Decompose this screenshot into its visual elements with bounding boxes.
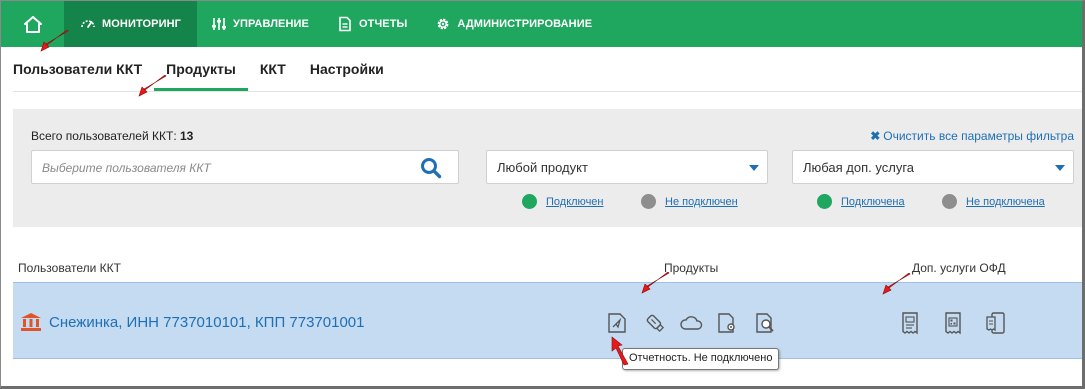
mobile-receipt-icon[interactable] (984, 311, 1008, 335)
tab-kkt-users[interactable]: Пользователи ККТ (13, 47, 154, 91)
gear-icon (435, 16, 451, 32)
service-not-connected-link[interactable]: Не подключена (966, 196, 1045, 208)
subtabs: Пользователи ККТ Продукты ККТ Настройки (13, 47, 396, 91)
search-button[interactable] (420, 157, 442, 179)
nav-reports[interactable]: Отчеты (323, 1, 421, 47)
document-icon (337, 16, 353, 32)
tooltip: Отчетность. Не подключено (622, 348, 780, 370)
search-icon (421, 158, 442, 179)
speedometer-icon (80, 16, 96, 32)
qr-receipt-icon[interactable] (941, 311, 965, 335)
annotation-arrow-icon (611, 336, 629, 366)
annotation-arrow-icon (882, 273, 911, 295)
annotation-arrow-icon (138, 75, 167, 97)
clear-filters-label: Очистить все параметры фильтра (883, 129, 1074, 143)
home-icon (23, 15, 42, 33)
column-header-users: Пользователи ККТ (18, 261, 121, 275)
connected-dot-icon (817, 194, 832, 209)
usb-key-icon[interactable] (643, 311, 667, 335)
service-select-value: Любая доп. услуга (803, 160, 915, 175)
cloud-icon[interactable] (679, 311, 703, 335)
service-legend-on: Подключена (817, 194, 905, 209)
kkt-user-title: Снежинка, ИНН 7737010101, КПП 773701001 (49, 313, 365, 331)
column-header-products: Продукты (664, 261, 719, 275)
kkt-user-link[interactable]: Снежинка, ИНН 7737010101, КПП 773701001 (21, 313, 364, 331)
chevron-down-icon (749, 165, 759, 171)
product-legend-off: Не подключен (641, 194, 738, 209)
total-users: Всего пользователей ККТ: 13 (31, 129, 193, 143)
product-connected-link[interactable]: Подключен (546, 196, 604, 208)
total-users-label: Всего пользователей ККТ: (31, 129, 177, 143)
nav-reports-label: Отчеты (358, 18, 408, 30)
user-search (31, 150, 459, 184)
product-select-value: Любой продукт (497, 160, 588, 175)
tab-kkt[interactable]: ККТ (248, 47, 298, 91)
product-legend-on: Подключен (522, 194, 604, 209)
annotation-arrow-icon (40, 30, 69, 52)
not-connected-dot-icon (641, 194, 656, 209)
product-select[interactable]: Любой продукт (486, 150, 768, 184)
top-navigation: Мониторинг Управление Отчеты Администрир… (1, 1, 1082, 47)
nav-monitoring[interactable]: Мониторинг (64, 1, 197, 47)
filter-panel: Всего пользователей ККТ: 13 ✖ Очистить вс… (13, 109, 1082, 227)
document-settings-icon[interactable] (715, 311, 739, 335)
service-connected-link[interactable]: Подключена (841, 196, 905, 208)
sliders-icon (211, 16, 227, 32)
annotation-arrow-icon (641, 272, 670, 294)
nav-administration-label: Администрирование (457, 18, 593, 30)
nav-management-label: Управление (233, 18, 309, 30)
nav-monitoring-label: Мониторинг (102, 18, 181, 30)
clear-filters-link[interactable]: ✖ Очистить все параметры фильтра (870, 129, 1074, 143)
total-users-count: 13 (180, 129, 194, 143)
search-document-icon[interactable] (753, 311, 777, 335)
tab-products[interactable]: Продукты (154, 47, 248, 91)
close-icon: ✖ (870, 129, 881, 143)
chevron-down-icon (1055, 165, 1065, 171)
user-search-input[interactable] (42, 159, 402, 177)
receipt-icon[interactable] (898, 311, 922, 335)
column-header-services: Доп. услуги ОФД (912, 261, 1006, 275)
table-row: Снежинка, ИНН 7737010101, КПП 773701001 (13, 282, 1082, 359)
nav-management[interactable]: Управление (197, 1, 323, 47)
tab-settings[interactable]: Настройки (298, 47, 396, 91)
service-legend-off: Не подключена (942, 194, 1045, 209)
bank-icon (21, 313, 41, 331)
not-connected-dot-icon (942, 194, 957, 209)
subtabs-divider (13, 91, 1082, 92)
report-send-icon[interactable] (605, 311, 629, 335)
nav-administration[interactable]: Администрирование (421, 1, 606, 47)
product-not-connected-link[interactable]: Не подключен (665, 196, 738, 208)
connected-dot-icon (522, 194, 537, 209)
service-select[interactable]: Любая доп. услуга (792, 150, 1074, 184)
